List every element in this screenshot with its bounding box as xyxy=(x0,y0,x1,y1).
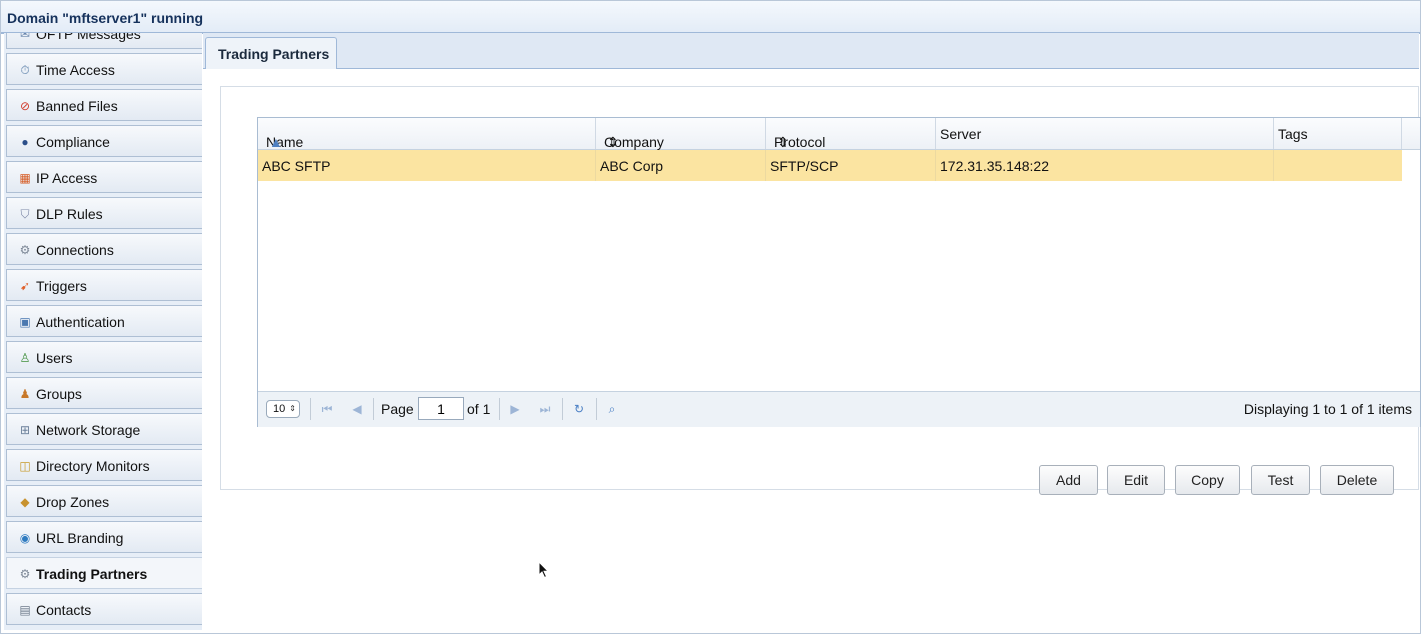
edit-button[interactable]: Edit xyxy=(1107,465,1165,495)
authentication-icon: ▣ xyxy=(19,315,31,329)
sidebar-item-authentication[interactable]: ▣ Authentication xyxy=(6,305,202,337)
sidebar-item-directory-monitors[interactable]: ◫ Directory Monitors xyxy=(6,449,202,481)
network-storage-icon: ⊞ xyxy=(19,423,31,437)
message-icon: ✉ xyxy=(19,33,31,41)
sort-icon: ⇕ xyxy=(607,134,619,150)
sidebar-item-contacts[interactable]: ▤ Contacts xyxy=(6,593,202,625)
window-title: Domain "mftserver1" running xyxy=(7,10,204,26)
cell-protocol: SFTP/SCP xyxy=(766,150,936,181)
table-row[interactable]: ABC SFTP ABC Corp SFTP/SCP 172.31.35.148… xyxy=(258,150,1402,181)
sidebar-item-compliance[interactable]: ● Compliance xyxy=(6,125,202,157)
user-icon: ♙ xyxy=(19,351,31,365)
cell-name: ABC SFTP xyxy=(258,150,596,181)
sidebar-item-url-branding[interactable]: ◉ URL Branding xyxy=(6,521,202,553)
add-button[interactable]: Add xyxy=(1039,465,1098,495)
sidebar-item-ip-access[interactable]: ▦ IP Access xyxy=(6,161,202,193)
mouse-cursor-icon xyxy=(538,561,550,579)
pager-separator xyxy=(310,398,311,420)
sidebar-item-oftp-messages[interactable]: ✉ OFTP Messages xyxy=(6,33,202,49)
search-icon[interactable]: ⌕ xyxy=(605,401,619,417)
pager-separator xyxy=(596,398,597,420)
column-header-name[interactable]: Name ▲ xyxy=(258,118,596,150)
page-label: Page xyxy=(381,401,414,417)
pager-separator xyxy=(499,398,500,420)
sidebar-item-trading-partners[interactable]: ⚙ Trading Partners xyxy=(6,557,202,589)
column-header-tags[interactable]: Tags xyxy=(1274,118,1402,149)
previous-page-icon[interactable]: ◀ xyxy=(350,401,364,417)
tab-strip: Trading Partners xyxy=(203,33,1419,69)
page-number-input[interactable] xyxy=(418,397,464,420)
column-header-server[interactable]: Server xyxy=(936,118,1274,149)
directory-monitor-icon: ◫ xyxy=(19,459,31,473)
sidebar-nav: ✉ OFTP Messages ⏱ Time Access ⊘ Banned F… xyxy=(4,33,202,630)
firewall-icon: ▦ xyxy=(19,171,31,185)
cell-server: 172.31.35.148:22 xyxy=(936,150,1274,181)
grid-header: Name ▲ Company ⇕ Protocol ⇕ Server Tags xyxy=(258,118,1420,150)
sidebar-item-groups[interactable]: ♟ Groups xyxy=(6,377,202,409)
contacts-book-icon: ▤ xyxy=(19,603,31,617)
sidebar-item-network-storage[interactable]: ⊞ Network Storage xyxy=(6,413,202,445)
column-header-protocol[interactable]: Protocol ⇕ xyxy=(766,118,936,150)
copy-button[interactable]: Copy xyxy=(1175,465,1240,495)
gear-icon: ⚙ xyxy=(19,243,31,257)
last-page-icon[interactable]: ⏭ xyxy=(538,401,552,417)
page-size-select[interactable]: 10 ⇕ xyxy=(266,400,300,418)
sort-icon: ⇕ xyxy=(777,134,789,150)
sort-ascending-icon: ▲ xyxy=(269,134,283,150)
trading-partners-grid: Name ▲ Company ⇕ Protocol ⇕ Server Tags ABC… xyxy=(257,117,1421,427)
sidebar-item-dlp-rules[interactable]: ⛉ DLP Rules xyxy=(6,197,202,229)
tab-trading-partners[interactable]: Trading Partners xyxy=(205,37,337,69)
page-count-label: of 1 xyxy=(467,401,491,417)
title-bar: Domain "mftserver1" running xyxy=(1,1,1420,34)
trigger-icon: ➹ xyxy=(19,279,31,293)
sidebar-item-time-access[interactable]: ⏱ Time Access xyxy=(6,53,202,85)
sidebar-item-banned-files[interactable]: ⊘ Banned Files xyxy=(6,89,202,121)
sidebar-item-drop-zones[interactable]: ◆ Drop Zones xyxy=(6,485,202,517)
pager-separator xyxy=(562,398,563,420)
box-icon: ◆ xyxy=(20,495,30,509)
compliance-user-icon: ● xyxy=(21,135,29,149)
pager-display-info: Displaying 1 to 1 of 1 items xyxy=(1243,401,1412,417)
cell-company: ABC Corp xyxy=(596,150,766,181)
sidebar-item-connections[interactable]: ⚙ Connections xyxy=(6,233,202,265)
grid-pager: 10 ⇕ ⏮ ◀ Page of 1 ▶ ⏭ ↻ ⌕ Displaying 1 … xyxy=(258,391,1420,427)
sidebar-item-triggers[interactable]: ➹ Triggers xyxy=(6,269,202,301)
pager-separator xyxy=(373,398,374,420)
clock-icon: ⏱ xyxy=(20,63,30,77)
cell-tags xyxy=(1274,150,1402,181)
trading-partners-panel: Name ▲ Company ⇕ Protocol ⇕ Server Tags ABC… xyxy=(220,86,1421,495)
select-arrows-icon: ⇕ xyxy=(289,404,296,413)
test-button[interactable]: Test xyxy=(1251,465,1310,495)
main-content: Name ▲ Company ⇕ Protocol ⇕ Server Tags ABC… xyxy=(203,69,1421,630)
delete-button[interactable]: Delete xyxy=(1320,465,1394,495)
column-header-company[interactable]: Company ⇕ xyxy=(596,118,766,150)
first-page-icon[interactable]: ⏮ xyxy=(320,401,334,417)
globe-icon: ◉ xyxy=(19,531,31,545)
shield-icon: ⛉ xyxy=(20,207,30,221)
banned-file-icon: ⊘ xyxy=(19,99,31,113)
sidebar-item-users[interactable]: ♙ Users xyxy=(6,341,202,373)
gear-icon: ⚙ xyxy=(19,567,31,581)
next-page-icon[interactable]: ▶ xyxy=(508,401,522,417)
group-icon: ♟ xyxy=(19,387,31,401)
refresh-icon[interactable]: ↻ xyxy=(572,401,586,417)
